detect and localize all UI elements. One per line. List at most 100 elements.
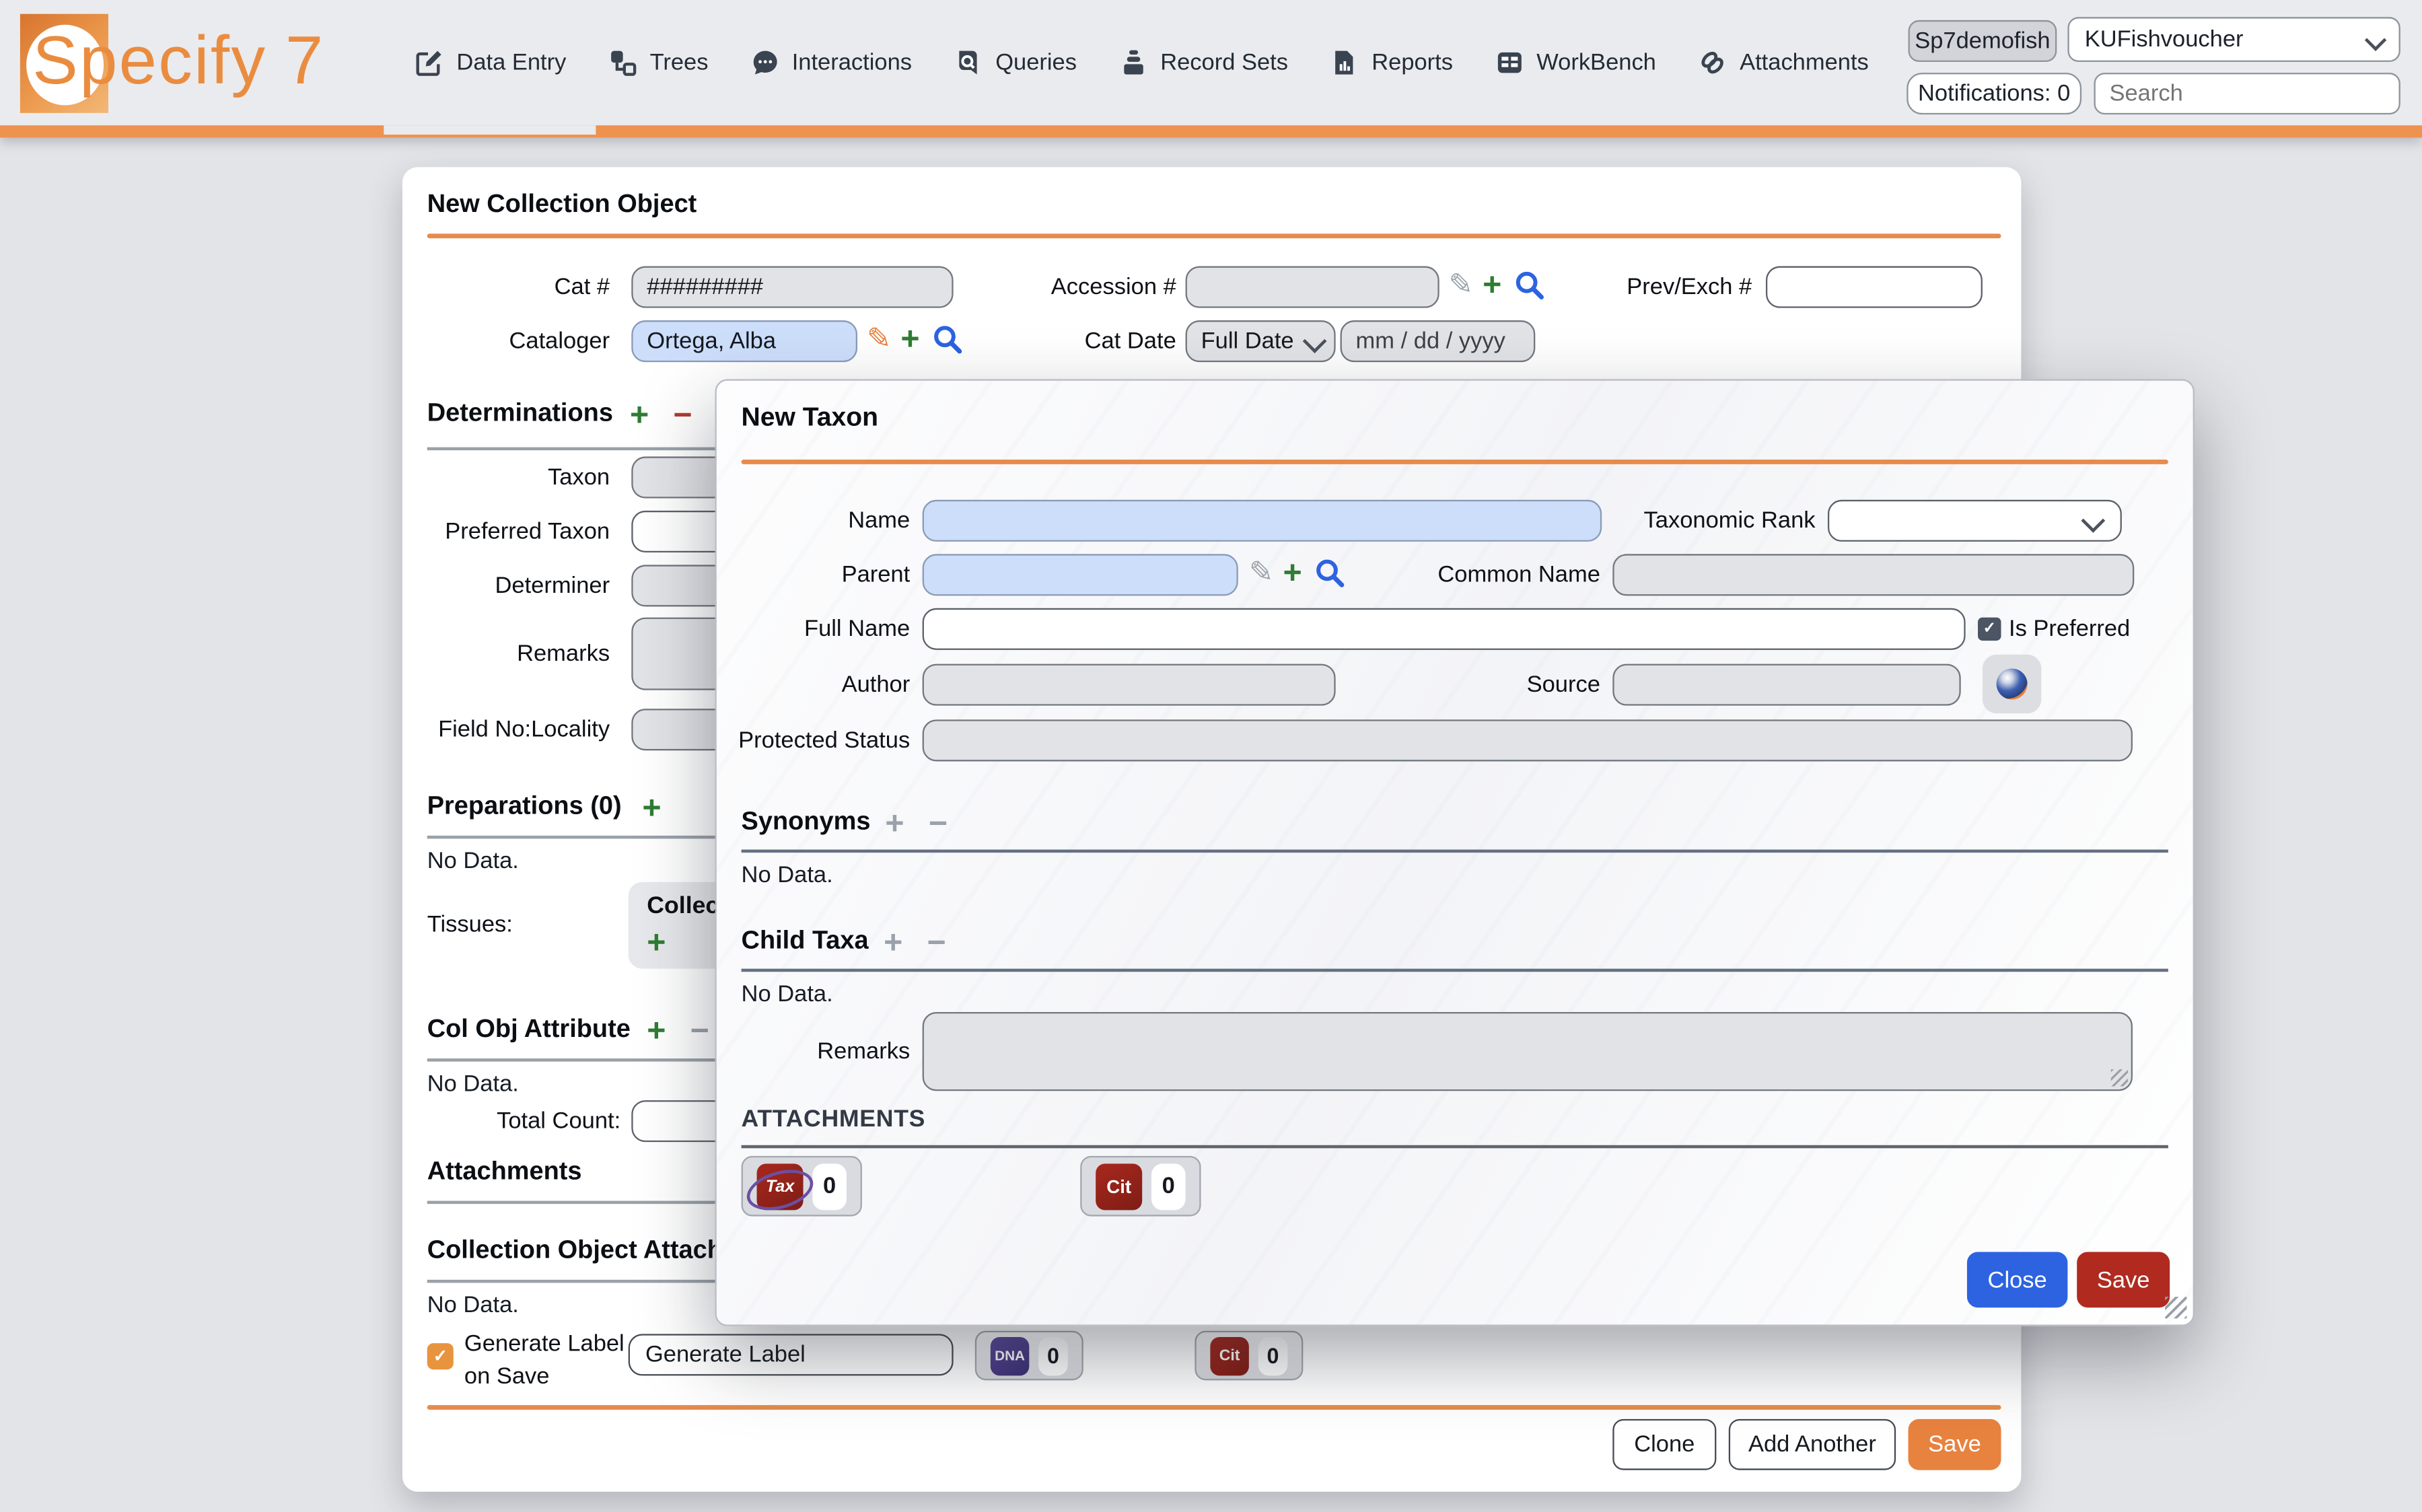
col-obj-attribute-title: Col Obj Attribute — [427, 1015, 631, 1045]
nav-item-reports[interactable]: Reports — [1330, 48, 1453, 77]
accession-label: Accession # — [991, 266, 1176, 308]
synonyms-title: Synonyms — [742, 807, 871, 837]
add-icon[interactable]: + — [1483, 271, 1501, 301]
generate-label-checkbox[interactable]: ✓ — [427, 1343, 454, 1369]
dialog-resize-handle[interactable] — [2165, 1297, 2186, 1318]
common-name-field[interactable] — [1612, 554, 2134, 596]
nav-item-record-sets[interactable]: Record Sets — [1118, 48, 1288, 77]
collection-select[interactable]: KUFishvoucher — [2067, 17, 2400, 62]
data-entry-icon — [415, 48, 444, 77]
taxon-label: Taxon — [427, 456, 610, 498]
source-field[interactable] — [1612, 664, 1960, 706]
cat-date-field[interactable]: mm / dd / yyyy — [1341, 320, 1536, 362]
search-lookup-icon[interactable] — [931, 324, 962, 355]
notifications-button[interactable]: Notifications: 0 — [1907, 73, 2081, 114]
add-icon[interactable]: + — [900, 325, 919, 356]
cit-count: 0 — [1258, 1336, 1288, 1375]
name-field[interactable] — [923, 500, 1602, 542]
source-label: Source — [1382, 664, 1600, 706]
name-label: Name — [717, 500, 910, 542]
nav-label: Reports — [1372, 50, 1453, 76]
remove-attribute-icon[interactable]: − — [690, 1017, 709, 1048]
taxon-remarks-field[interactable] — [923, 1012, 2133, 1091]
generate-label-checkbox-label: Generate Label on Save — [464, 1328, 635, 1393]
generate-label-button[interactable]: Generate Label — [629, 1334, 954, 1375]
search-input[interactable] — [2094, 73, 2400, 114]
edit-pencil-icon[interactable]: ✎ — [1449, 271, 1474, 301]
add-preparation-icon[interactable]: + — [642, 794, 661, 825]
full-name-label: Full Name — [717, 608, 910, 650]
specify-logo[interactable]: Specify7 — [20, 14, 330, 116]
logo-wordmark: Specify7 — [32, 23, 324, 100]
orbit-decoration — [742, 1162, 818, 1217]
citation-app-icon: Cit — [1096, 1163, 1142, 1209]
source-lookup-button[interactable] — [1983, 655, 2041, 713]
search-lookup-icon[interactable] — [1314, 557, 1345, 588]
nav-label: Queries — [995, 50, 1077, 76]
author-field[interactable] — [923, 664, 1336, 706]
remove-synonym-icon[interactable]: − — [929, 809, 948, 840]
nav-item-data-entry[interactable]: Data Entry — [415, 48, 566, 77]
edit-pencil-icon[interactable]: ✎ — [1249, 559, 1274, 589]
cit-icon-text: Cit — [1219, 1347, 1240, 1364]
record-sets-icon — [1118, 48, 1148, 77]
search-lookup-icon[interactable] — [1513, 269, 1544, 300]
section-divider — [742, 969, 2168, 972]
nav-item-queries[interactable]: Queries — [954, 48, 1077, 77]
parent-field[interactable] — [923, 554, 1238, 596]
nav-item-interactions[interactable]: Interactions — [750, 48, 912, 77]
user-tools-button[interactable]: Sp7demofish — [1909, 20, 2057, 62]
form-title: New Collection Object — [427, 190, 697, 220]
add-child-taxon-icon[interactable]: + — [884, 929, 902, 960]
dna-count: 0 — [1038, 1336, 1068, 1375]
author-label: Author — [717, 664, 910, 706]
dialog-attachments-title: ATTACHMENTS — [742, 1106, 926, 1134]
cit-attachments-badge[interactable]: Cit 0 — [1195, 1331, 1303, 1381]
cataloger-label: Cataloger — [427, 320, 610, 362]
taxon-attachments-badge[interactable]: Tax 0 — [742, 1156, 862, 1217]
link-icon — [1698, 48, 1728, 77]
cat-number-field[interactable]: ######### — [631, 266, 953, 308]
queries-icon — [954, 48, 983, 77]
edit-pencil-icon[interactable]: ✎ — [867, 325, 892, 356]
add-icon[interactable]: + — [1283, 559, 1302, 589]
nav-label: Attachments — [1740, 50, 1869, 76]
taxonomic-rank-select[interactable] — [1828, 500, 2122, 542]
dialog-save-button[interactable]: Save — [2077, 1252, 2170, 1307]
field-no-locality-label: Field No:Locality — [427, 709, 610, 750]
add-tissue-icon[interactable]: + — [647, 929, 666, 960]
clone-button[interactable]: Clone — [1612, 1419, 1716, 1470]
prev-exch-label: Prev/Exch # — [1566, 266, 1752, 308]
nav-item-workbench[interactable]: WorkBench — [1495, 48, 1656, 77]
save-button[interactable]: Save — [1909, 1419, 2001, 1470]
remove-determination-icon[interactable]: − — [673, 401, 692, 432]
dna-attachments-badge[interactable]: DNA 0 — [975, 1331, 1083, 1381]
title-divider — [427, 233, 2001, 238]
is-preferred-checkbox[interactable]: ✓ — [1978, 618, 2001, 641]
add-synonym-icon[interactable]: + — [885, 809, 904, 840]
dna-icon-text: DNA — [995, 1348, 1025, 1363]
add-another-button[interactable]: Add Another — [1729, 1419, 1896, 1470]
child-taxa-title: Child Taxa — [742, 927, 869, 957]
interactions-icon — [750, 48, 780, 77]
textarea-resize-handle[interactable] — [2111, 1069, 2128, 1086]
add-determination-icon[interactable]: + — [630, 401, 649, 432]
prev-exch-field[interactable] — [1766, 266, 1983, 308]
nav-item-trees[interactable]: Trees — [608, 48, 708, 77]
no-data-text: No Data. — [427, 1292, 519, 1318]
is-preferred-label: Is Preferred — [2009, 608, 2148, 650]
section-divider — [742, 850, 2168, 853]
main-nav: Data Entry Trees Interactions Queries Re… — [415, 0, 1868, 125]
nav-item-attachments[interactable]: Attachments — [1698, 48, 1869, 77]
protected-status-field[interactable] — [923, 719, 2133, 761]
dialog-title-divider — [742, 460, 2168, 464]
dialog-close-button[interactable]: Close — [1967, 1252, 2067, 1307]
citation-attachments-badge[interactable]: Cit 0 — [1080, 1156, 1201, 1217]
accession-field[interactable] — [1186, 266, 1439, 308]
cataloger-field[interactable]: Ortega, Alba — [631, 320, 857, 362]
add-attribute-icon[interactable]: + — [647, 1017, 666, 1048]
full-name-field[interactable] — [923, 608, 1966, 650]
taxon-app-icon: Tax — [757, 1163, 804, 1209]
remove-child-taxon-icon[interactable]: − — [927, 929, 946, 960]
cat-number-label: Cat # — [427, 266, 610, 308]
